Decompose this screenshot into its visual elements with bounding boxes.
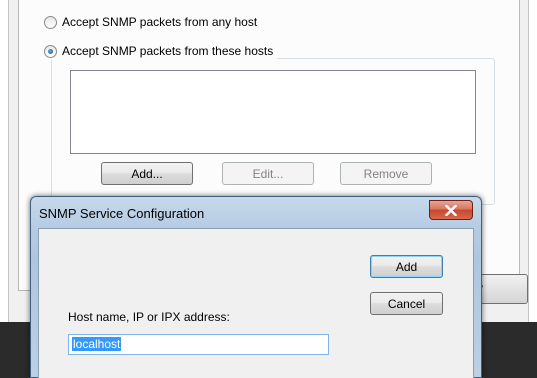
window-frame-left xyxy=(0,0,9,322)
dialog-title: SNMP Service Configuration xyxy=(39,206,205,221)
host-address-label: Host name, IP or IPX address: xyxy=(68,310,230,324)
hosts-listbox[interactable] xyxy=(70,70,476,154)
radio-accept-these-hosts[interactable]: Accept SNMP packets from these hosts xyxy=(44,42,278,60)
radio-accept-any-host[interactable]: Accept SNMP packets from any host xyxy=(44,13,257,31)
window-frame-right xyxy=(528,0,537,322)
snmp-service-configuration-dialog: SNMP Service Configuration Add Cancel Ho… xyxy=(30,196,482,378)
dialog-close-button[interactable] xyxy=(429,200,473,220)
host-address-input[interactable]: localhost xyxy=(68,334,329,355)
remove-host-button[interactable]: Remove xyxy=(340,162,432,185)
dialog-cancel-button[interactable]: Cancel xyxy=(370,292,443,315)
radio-unchecked-icon xyxy=(44,15,57,29)
dialog-client-area: Add Cancel Host name, IP or IPX address:… xyxy=(38,228,474,378)
dialog-add-button[interactable]: Add xyxy=(370,255,443,278)
host-address-value: localhost xyxy=(72,337,122,351)
radio-checked-icon xyxy=(44,44,57,58)
close-icon xyxy=(445,204,457,216)
radio-accept-any-host-label: Accept SNMP packets from any host xyxy=(62,15,258,29)
add-host-button[interactable]: Add... xyxy=(101,162,193,185)
radio-accept-these-hosts-label: Accept SNMP packets from these hosts xyxy=(62,44,274,58)
edit-host-button[interactable]: Edit... xyxy=(222,162,314,185)
